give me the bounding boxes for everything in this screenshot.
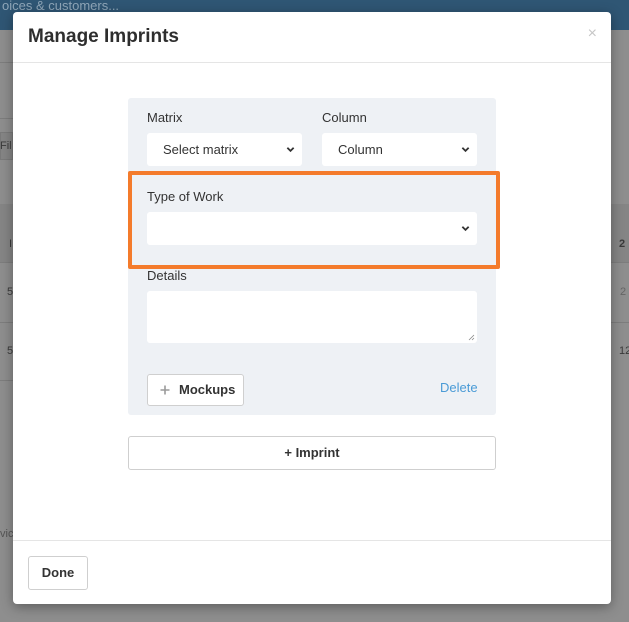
resize-handle-icon[interactable]	[468, 334, 475, 341]
done-button[interactable]: Done	[28, 556, 88, 590]
background-table-header	[611, 204, 629, 262]
background-table-cell: 2	[620, 286, 627, 298]
matrix-select[interactable]: Select matrix	[147, 133, 302, 166]
type-of-work-select[interactable]	[147, 212, 477, 245]
details-textarea[interactable]	[147, 291, 477, 343]
mockups-button-label: Mockups	[179, 382, 236, 397]
chevron-down-icon	[461, 147, 470, 153]
chevron-down-icon	[286, 147, 295, 153]
matrix-select-value: Select matrix	[163, 142, 239, 157]
background-table-cell: I	[9, 238, 13, 250]
chevron-down-icon	[461, 226, 470, 232]
details-label: Details	[147, 268, 187, 283]
add-imprint-button[interactable]: + Imprint	[128, 436, 496, 470]
imprint-panel: Matrix Select matrix Column Column Type …	[128, 98, 496, 415]
column-select-value: Column	[338, 142, 383, 157]
background-divider	[611, 262, 629, 263]
modal-header: Manage Imprints ×	[13, 12, 611, 63]
background-divider	[0, 62, 13, 63]
mockups-button[interactable]: Mockups	[147, 374, 244, 406]
background-table-header	[0, 204, 13, 262]
background-search-text: oices & customers...	[2, 0, 120, 13]
modal-footer-divider	[13, 540, 611, 541]
background-divider	[0, 262, 13, 263]
background-filter-text: Fil	[0, 140, 12, 152]
background-divider	[0, 118, 13, 119]
column-label: Column	[322, 110, 367, 125]
type-of-work-label: Type of Work	[147, 189, 224, 204]
plus-icon	[160, 385, 170, 395]
matrix-label: Matrix	[147, 110, 183, 125]
background-footer-text: vic	[0, 528, 14, 540]
background-table-header-cell: 2	[619, 238, 626, 250]
manage-imprints-modal: Manage Imprints × Matrix Select matrix C…	[13, 12, 611, 604]
background-table-cell: 12	[619, 345, 629, 357]
background-divider	[611, 322, 629, 323]
delete-imprint-link[interactable]: Delete	[440, 380, 478, 395]
background-divider	[0, 322, 13, 323]
modal-title: Manage Imprints	[28, 26, 179, 47]
close-icon[interactable]: ×	[588, 26, 597, 42]
background-divider	[0, 380, 13, 381]
column-select[interactable]: Column	[322, 133, 477, 166]
